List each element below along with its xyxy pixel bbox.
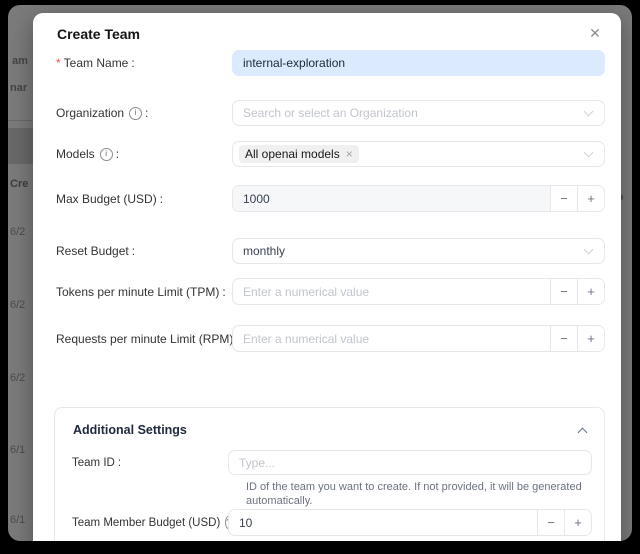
background-date-fragment: 6/2 [10, 226, 25, 238]
background-date-fragment: 6/1 [10, 514, 25, 526]
remove-chip-icon[interactable]: × [346, 147, 353, 161]
team-name-label: * Team Name : [56, 50, 232, 76]
organization-label: Organization i : [56, 100, 232, 126]
create-team-modal: Create Team ✕ * Team Name : Organization… [33, 13, 621, 541]
label-colon: : [118, 457, 121, 469]
model-chip: All openai models × [239, 145, 359, 163]
background-date-fragment: 6/2 [10, 299, 25, 311]
max-budget-label: Max Budget (USD) : [56, 185, 232, 212]
reset-budget-value: monthly [243, 244, 285, 258]
background-date-fragment: 6/2 [10, 372, 25, 384]
background-date-fragment: 6/1 [10, 444, 25, 456]
close-icon[interactable]: ✕ [585, 23, 605, 43]
dimmed-background-page: am nar Cre 6/2 6/2 6/2 6/1 6/1 Create Te… [8, 5, 632, 541]
background-text-fragment: Cre [10, 178, 28, 190]
info-icon[interactable]: i [129, 107, 142, 120]
rpm-input[interactable] [233, 326, 550, 351]
reset-budget-select[interactable]: monthly [232, 238, 605, 264]
max-budget-input[interactable] [233, 186, 550, 211]
rpm-label: Requests per minute Limit (RPM) : [56, 325, 232, 352]
reset-budget-label: Reset Budget : [56, 238, 232, 264]
organization-row: Organization i : Search or select an Org… [56, 100, 605, 126]
organization-label-text: Organization [56, 106, 124, 120]
label-colon: : [116, 147, 119, 161]
label-colon: : [222, 285, 225, 299]
team-member-budget-row: Team Member Budget (USD) ? : − + [72, 509, 592, 536]
reset-budget-row: Reset Budget : monthly [56, 238, 605, 264]
decrement-button[interactable]: − [550, 326, 577, 351]
models-row: Models i : All openai models × [56, 141, 605, 167]
tpm-input[interactable] [233, 279, 550, 304]
decrement-button[interactable]: − [537, 510, 564, 535]
collapse-section-button[interactable] [576, 424, 590, 438]
label-colon: : [131, 56, 134, 70]
tpm-label-text: Tokens per minute Limit (TPM) [56, 285, 219, 299]
max-budget-row: Max Budget (USD) : − + [56, 185, 605, 212]
team-id-row: Team ID : [72, 450, 592, 475]
increment-button[interactable]: + [577, 186, 604, 211]
team-id-label-text: Team ID [72, 457, 115, 469]
team-member-budget-input[interactable] [229, 510, 537, 535]
models-label: Models i : [56, 141, 232, 167]
tpm-row: Tokens per minute Limit (TPM) : − + [56, 278, 605, 305]
team-name-label-text: Team Name [64, 56, 129, 70]
required-asterisk: * [56, 56, 61, 70]
chevron-up-icon [578, 428, 588, 438]
max-budget-label-text: Max Budget (USD) [56, 192, 157, 206]
rpm-row: Requests per minute Limit (RPM) : − + [56, 325, 605, 352]
label-colon: : [132, 244, 135, 258]
rpm-label-text: Requests per minute Limit (RPM) [56, 332, 233, 346]
background-table-band [8, 128, 36, 164]
team-name-row: * Team Name : [56, 50, 605, 76]
tpm-label: Tokens per minute Limit (TPM) : [56, 278, 232, 305]
increment-button[interactable]: + [577, 279, 604, 304]
background-text-fragment: am [12, 55, 28, 67]
info-icon[interactable]: i [100, 148, 113, 161]
decrement-button[interactable]: − [550, 186, 577, 211]
increment-button[interactable]: + [577, 326, 604, 351]
team-id-label: Team ID : [72, 450, 228, 475]
model-chip-label: All openai models [245, 147, 340, 161]
modal-title: Create Team [57, 26, 140, 42]
organization-placeholder: Search or select an Organization [243, 106, 418, 120]
team-member-budget-label: Team Member Budget (USD) ? : [72, 509, 228, 536]
label-colon: : [160, 192, 163, 206]
background-text-fragment: nar [10, 82, 27, 94]
models-label-text: Models [56, 147, 95, 161]
team-id-help: ID of the team you want to create. If no… [246, 480, 611, 508]
additional-settings-title: Additional Settings [73, 423, 187, 437]
label-colon: : [145, 106, 148, 120]
additional-settings-card: Additional Settings Team ID : ID of the … [54, 407, 605, 541]
organization-select[interactable]: Search or select an Organization [232, 100, 605, 126]
team-member-budget-label-text: Team Member Budget (USD) [72, 517, 220, 529]
reset-budget-label-text: Reset Budget [56, 244, 129, 258]
team-name-input[interactable] [232, 50, 605, 76]
background-divider [8, 120, 36, 121]
decrement-button[interactable]: − [550, 279, 577, 304]
team-id-input[interactable] [228, 450, 592, 475]
increment-button[interactable]: + [564, 510, 591, 535]
models-select[interactable]: All openai models × [232, 141, 605, 167]
